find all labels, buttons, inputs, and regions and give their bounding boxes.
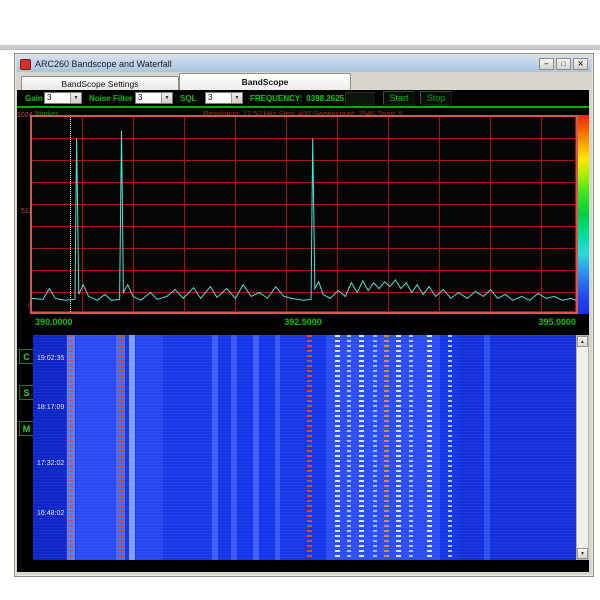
sql-value: 3	[208, 93, 212, 103]
time-label: 18:17:09	[37, 404, 64, 411]
dropdown-arrow-icon[interactable]: ▼	[231, 93, 242, 103]
app-icon	[20, 59, 31, 70]
scroll-down-icon[interactable]: ▼	[577, 548, 588, 559]
app-window: ARC260 Bandscope and Waterfall – □ ✕ Ban…	[14, 53, 594, 577]
x-tick-right: 395.0000	[30, 317, 576, 327]
noise-filter-value: 3	[138, 93, 142, 103]
gain-label: Gain	[25, 94, 43, 103]
signal-strength-colorbar	[578, 115, 589, 314]
noise-filter-select[interactable]: 3 ▼	[135, 92, 173, 104]
bandscope-panel: Gain 3 ▼ Noise Filter 3 ▼ SQL 3 ▼ FREQUE…	[17, 90, 589, 572]
noise-filter-label: Noise Filter	[89, 94, 133, 103]
frequency-label: FREQUENCY:	[250, 94, 302, 103]
page-divider	[0, 45, 600, 50]
window-controls: – □ ✕	[539, 58, 588, 70]
sql-label: SQL	[180, 94, 196, 103]
frequency-value: 0398.2625	[306, 94, 344, 103]
close-icon[interactable]: ✕	[573, 58, 588, 70]
spectrum-plot[interactable]	[30, 115, 578, 314]
sql-select[interactable]: 3 ▼	[205, 92, 243, 104]
waterfall-display[interactable]: 19:02:35 18:17:09 17:32:02 16:48:02	[33, 335, 576, 560]
dropdown-arrow-icon[interactable]: ▼	[161, 93, 172, 103]
waterfall-texture	[33, 335, 576, 560]
tab-bandscope-settings[interactable]: BandScope Settings	[21, 76, 179, 90]
window-title: ARC260 Bandscope and Waterfall	[35, 59, 172, 69]
start-button[interactable]: Start	[383, 91, 415, 105]
time-label: 17:32:02	[37, 460, 64, 467]
gain-select[interactable]: 3 ▼	[44, 92, 82, 104]
blank-button[interactable]	[345, 92, 375, 105]
gain-value: 3	[47, 93, 51, 103]
maximize-icon[interactable]: □	[556, 58, 571, 70]
page-background: ARC260 Bandscope and Waterfall – □ ✕ Ban…	[0, 0, 600, 600]
window-titlebar: ARC260 Bandscope and Waterfall – □ ✕	[17, 56, 591, 72]
s-button[interactable]: S	[19, 385, 34, 400]
minimize-icon[interactable]: –	[539, 58, 554, 70]
scroll-up-icon[interactable]: ▲	[577, 336, 588, 347]
time-label: 19:02:35	[37, 355, 64, 362]
tab-bandscope[interactable]: BandScope	[179, 73, 351, 90]
toolbar-separator	[17, 106, 589, 108]
waterfall-scrollbar[interactable]: ▲ ▼	[576, 335, 589, 560]
stop-button[interactable]: Stop	[420, 91, 452, 105]
dropdown-arrow-icon[interactable]: ▼	[70, 93, 81, 103]
m-button[interactable]: M	[19, 421, 34, 436]
time-label: 16:48:02	[37, 510, 64, 517]
c-button[interactable]: C	[19, 349, 34, 364]
spectrum-trace	[32, 117, 576, 312]
tab-strip: BandScope Settings BandScope	[17, 73, 591, 90]
frequency-readout: FREQUENCY: 0398.2625	[250, 94, 344, 103]
